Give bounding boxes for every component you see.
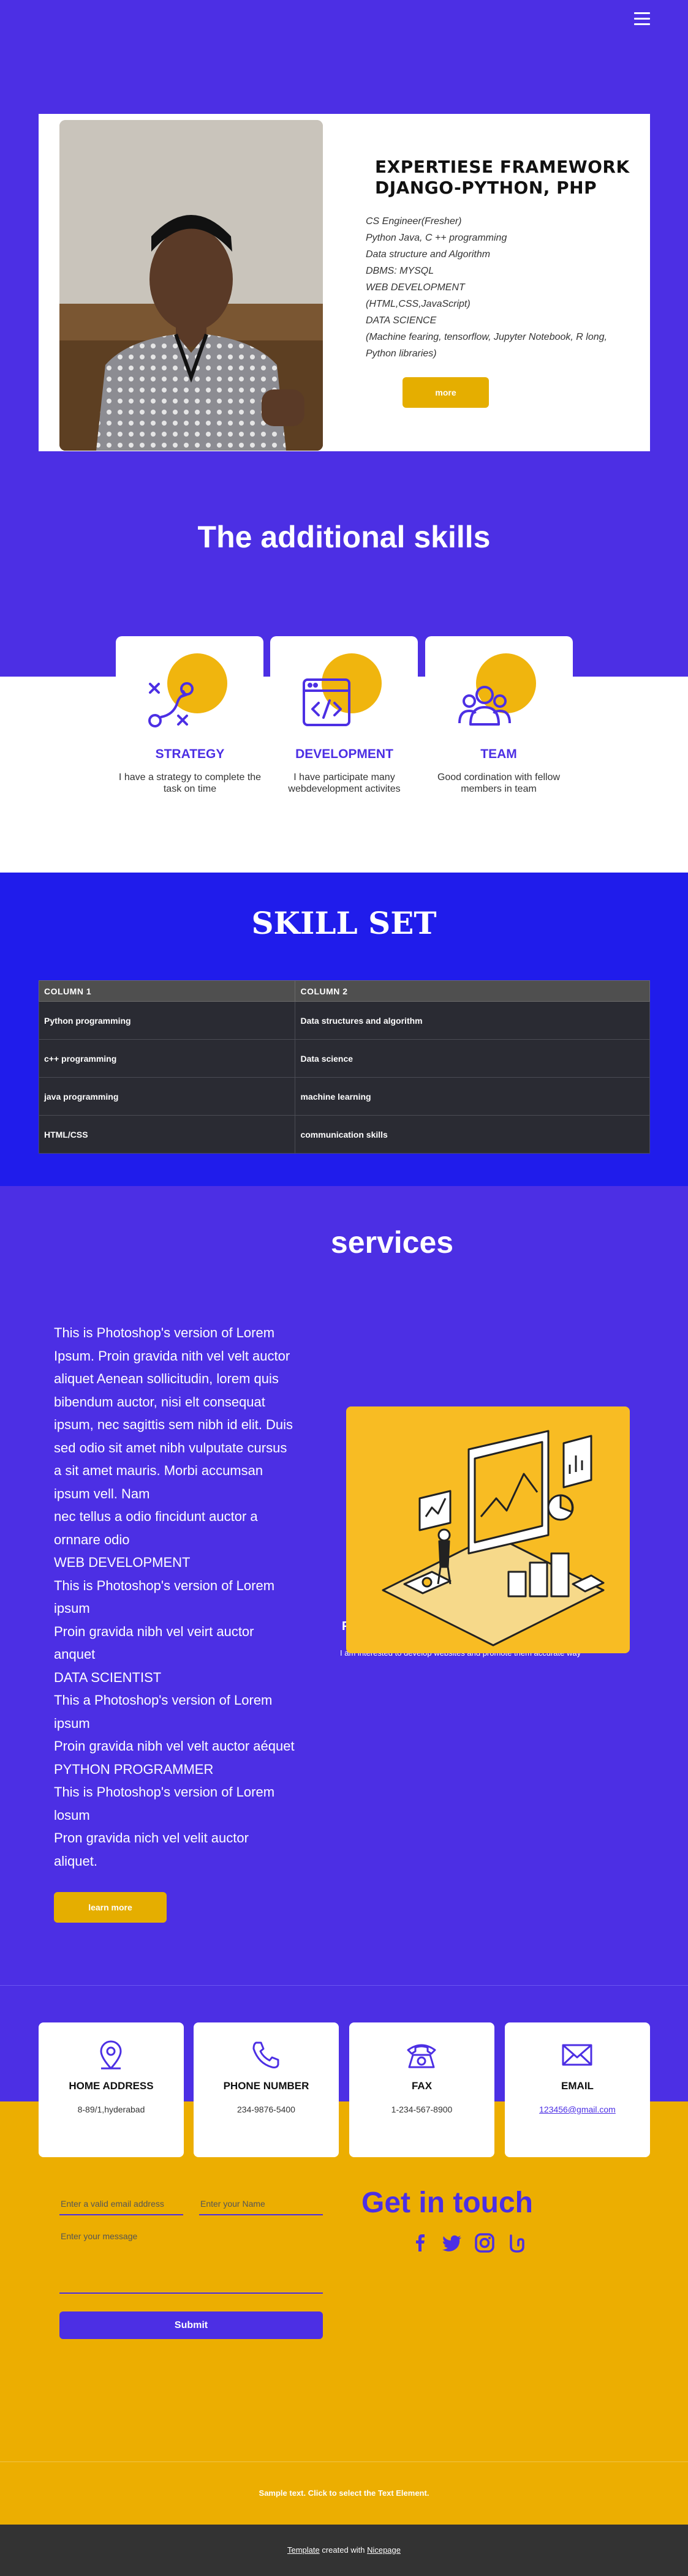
services-line: nec tellus a odio fincidunt auctor a [54, 1509, 258, 1524]
hero-line: DATA SCIENCE [366, 315, 437, 326]
services-line: anquet [54, 1647, 96, 1662]
hero-line: Python Java, C ++ programming [366, 233, 507, 243]
table-row: Python programming Data structures and a… [38, 1001, 650, 1040]
phone-number-title: PHONE NUMBER [223, 2080, 309, 2092]
services-line: WEB DEVELOPMENT [54, 1555, 191, 1570]
services-line: PYTHON PROGRAMMER [54, 1761, 214, 1777]
team-heading: TEAM [480, 747, 517, 761]
threads-icon[interactable] [506, 2232, 528, 2254]
credit-text: created with [319, 2545, 368, 2555]
table-cell: HTML/CSS [38, 1115, 296, 1154]
fax-icon [407, 2044, 436, 2068]
team-description: Good cordination with fellow members in … [437, 772, 561, 794]
section-divider [0, 1985, 688, 1986]
services-line: ipsum, nec sagittis sem nibh id elit. Du… [54, 1417, 293, 1432]
table-row: c++ programming Data science [38, 1039, 650, 1078]
table-cell: c++ programming [38, 1039, 296, 1078]
get-in-touch-title: Get in touch [361, 2187, 533, 2219]
message-field[interactable] [59, 2229, 323, 2294]
twitter-icon[interactable] [441, 2232, 463, 2254]
services-line: a sit amet mauris. Morbi accumsan [54, 1463, 263, 1478]
envelope-icon [562, 2044, 592, 2066]
services-line: Pron gravida nich vel velit auctor [54, 1830, 249, 1846]
table-cell: Python programming [38, 1001, 296, 1040]
analytics-illustration [346, 1406, 630, 1653]
name-field[interactable] [199, 2193, 323, 2215]
table-cell: java programming [38, 1077, 296, 1116]
code-window-icon [303, 678, 350, 726]
services-line: This is Photoshop's version of Lorem [54, 1784, 275, 1800]
services-line: Ipsum. Proin gravida nith vel velt aucto… [54, 1348, 290, 1364]
hero-line: (HTML,CSS,JavaScript) [366, 299, 471, 309]
template-link[interactable]: Template [287, 2545, 320, 2555]
nicepage-link[interactable]: Nicepage [367, 2545, 401, 2555]
services-line: ipsum [54, 1715, 90, 1731]
services-text: This is Photoshop's version of Lorem Ips… [54, 1321, 299, 1872]
more-button[interactable]: more [403, 377, 489, 408]
fax-title: FAX [411, 2080, 433, 2092]
skillset-title: SKILL SET [251, 905, 437, 941]
services-line: bibendum auctor, nisi elt consequat [54, 1394, 265, 1410]
table-cell: machine learning [295, 1077, 650, 1116]
column-header: COLUMN 1 [38, 980, 296, 1002]
services-line: ipsum vell. Nam [54, 1485, 150, 1501]
services-line: Proin gravida nibh vel velt auctor aéque… [54, 1738, 295, 1754]
team-icon [458, 686, 511, 726]
location-pin-icon [100, 2040, 122, 2070]
instagram-icon[interactable] [474, 2232, 496, 2254]
table-header-row: COLUMN 1 COLUMN 2 [38, 980, 650, 1002]
development-description: I have participate many webdevelopment a… [288, 772, 401, 794]
services-line: ornnare odio [54, 1531, 130, 1547]
skill-table: COLUMN 1 COLUMN 2 Python programming Dat… [38, 980, 650, 1154]
strategy-icon [148, 682, 194, 727]
hero-line: WEB DEVELOPMENT [366, 282, 465, 293]
hero-description: CS Engineer(Fresher) Python Java, C ++ p… [366, 213, 629, 362]
footer-divider [0, 2461, 688, 2462]
hero-line: Python libraries) [366, 348, 437, 359]
table-cell: Data structures and algorithm [295, 1001, 650, 1040]
table-row: java programming machine learning [38, 1077, 650, 1116]
development-heading: DEVELOPMENT [295, 747, 393, 761]
table-cell: communication skills [295, 1115, 650, 1154]
strategy-description: I have a strategy to complete the task o… [118, 772, 262, 794]
hero-line: (Machine fearing, tensorflow, Jupyter No… [366, 332, 607, 342]
phone-number-value: 234-9876-5400 [237, 2105, 295, 2114]
services-line: ipsum [54, 1601, 90, 1616]
email-field[interactable] [59, 2193, 183, 2215]
services-title: services [330, 1225, 454, 1260]
home-address-value: 8-89/1,hyderabad [77, 2105, 145, 2114]
services-line: sed odio sit amet nibh vulputate cursus [54, 1440, 287, 1455]
submit-button[interactable]: Submit [59, 2311, 323, 2339]
email-title: EMAIL [561, 2080, 594, 2092]
hero-title: EXPERTIESE FRAMEWORK DJANGO-PYTHON, PHP [375, 157, 630, 198]
table-row: HTML/CSS communication skills [38, 1115, 650, 1154]
learn-more-button[interactable]: learn more [54, 1892, 167, 1923]
hero-line: DBMS: MYSQL [366, 266, 434, 276]
credit-line: Template created with Nicepage [0, 2545, 688, 2555]
services-line: This is Photoshop's version of Lorem [54, 1325, 275, 1340]
column-header: COLUMN 2 [295, 980, 650, 1002]
email-link[interactable]: 123456@gmail.com [505, 2105, 650, 2114]
strategy-heading: STRATEGY [155, 747, 225, 761]
table-cell: Data science [295, 1039, 650, 1078]
person-illustration [59, 120, 323, 451]
services-line: This a Photoshop's version of Lorem [54, 1692, 273, 1708]
profile-photo [59, 120, 323, 451]
home-address-title: HOME ADDRESS [69, 2080, 154, 2092]
hamburger-menu-icon[interactable] [634, 12, 650, 26]
services-line: aliquet. [54, 1853, 97, 1869]
hero-line: CS Engineer(Fresher) [366, 216, 462, 227]
services-line: Proin gravida nibh vel veirt auctor [54, 1623, 254, 1639]
services-line: This is Photoshop's version of Lorem [54, 1577, 275, 1593]
hero-line: Data structure and Algorithm [366, 249, 491, 260]
dashboard-illustration [382, 1430, 605, 1647]
additional-skills-title: The additional skills [197, 520, 491, 554]
facebook-icon[interactable] [409, 2232, 431, 2254]
fax-value: 1-234-567-8900 [391, 2105, 453, 2114]
services-line: aliquet Aenean sollicitudin, lorem quis [54, 1371, 279, 1386]
services-line: DATA SCIENTIST [54, 1669, 162, 1685]
phone-icon [252, 2041, 279, 2068]
services-line: losum [54, 1807, 90, 1823]
footer-sample-text: Sample text. Click to select the Text El… [259, 2488, 429, 2498]
